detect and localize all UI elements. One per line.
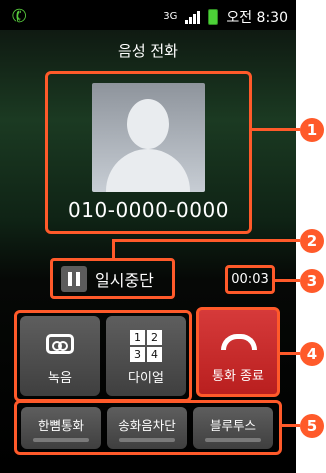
status-bar: ✆ 3G 오전 8:30 [0, 0, 296, 30]
end-call-label: 통화 종료 [212, 369, 264, 384]
callout-3: 3 [300, 269, 324, 293]
bluetooth-toggle[interactable]: 블루투스 [193, 407, 273, 449]
record-label: 녹음 [48, 371, 72, 386]
cassette-icon [46, 334, 74, 354]
dialpad-icon: 12 34 [130, 330, 162, 362]
hold-control[interactable]: 일시중단 [50, 258, 175, 299]
callout-5: 5 [300, 414, 324, 438]
contact-card: 010-0000-0000 [45, 71, 252, 234]
avatar [92, 83, 205, 192]
call-options-grid: 녹음 12 34 다이얼 [14, 310, 192, 402]
phone-call-icon: ✆ [8, 4, 31, 29]
bluetooth-label: 블루투스 [209, 418, 256, 433]
status-time: 오전 8:30 [226, 10, 288, 26]
bottom-toggle-row: 한뼘통화 송화음차단 블루투스 [14, 400, 282, 455]
speaker-label: 한뼘통화 [37, 418, 84, 433]
signal-icon [185, 10, 201, 24]
dialpad-label: 다이얼 [128, 371, 164, 386]
callout-1: 1 [300, 118, 324, 142]
pause-icon[interactable] [61, 265, 87, 292]
callout-4: 4 [300, 342, 324, 366]
call-timer: 00:03 [225, 265, 275, 294]
dialpad-button[interactable]: 12 34 다이얼 [106, 316, 186, 396]
phone-screen: ✆ 3G 오전 8:30 음성 전화 010-0000-0000 일시중단 00… [0, 0, 296, 473]
phone-number: 010-0000-0000 [68, 198, 229, 222]
record-button[interactable]: 녹음 [20, 316, 100, 396]
battery-icon [208, 9, 219, 25]
mute-toggle[interactable]: 송화음차단 [107, 407, 187, 449]
callout-2: 2 [300, 229, 324, 253]
hold-label: 일시중단 [95, 270, 154, 290]
speaker-toggle[interactable]: 한뼘통화 [21, 407, 101, 449]
end-call-button[interactable]: 통화 종료 [196, 307, 280, 397]
call-type-title: 음성 전화 [118, 42, 178, 60]
network-type: 3G [163, 11, 178, 22]
hangup-icon [221, 334, 257, 350]
mute-label: 송화음차단 [118, 418, 176, 433]
